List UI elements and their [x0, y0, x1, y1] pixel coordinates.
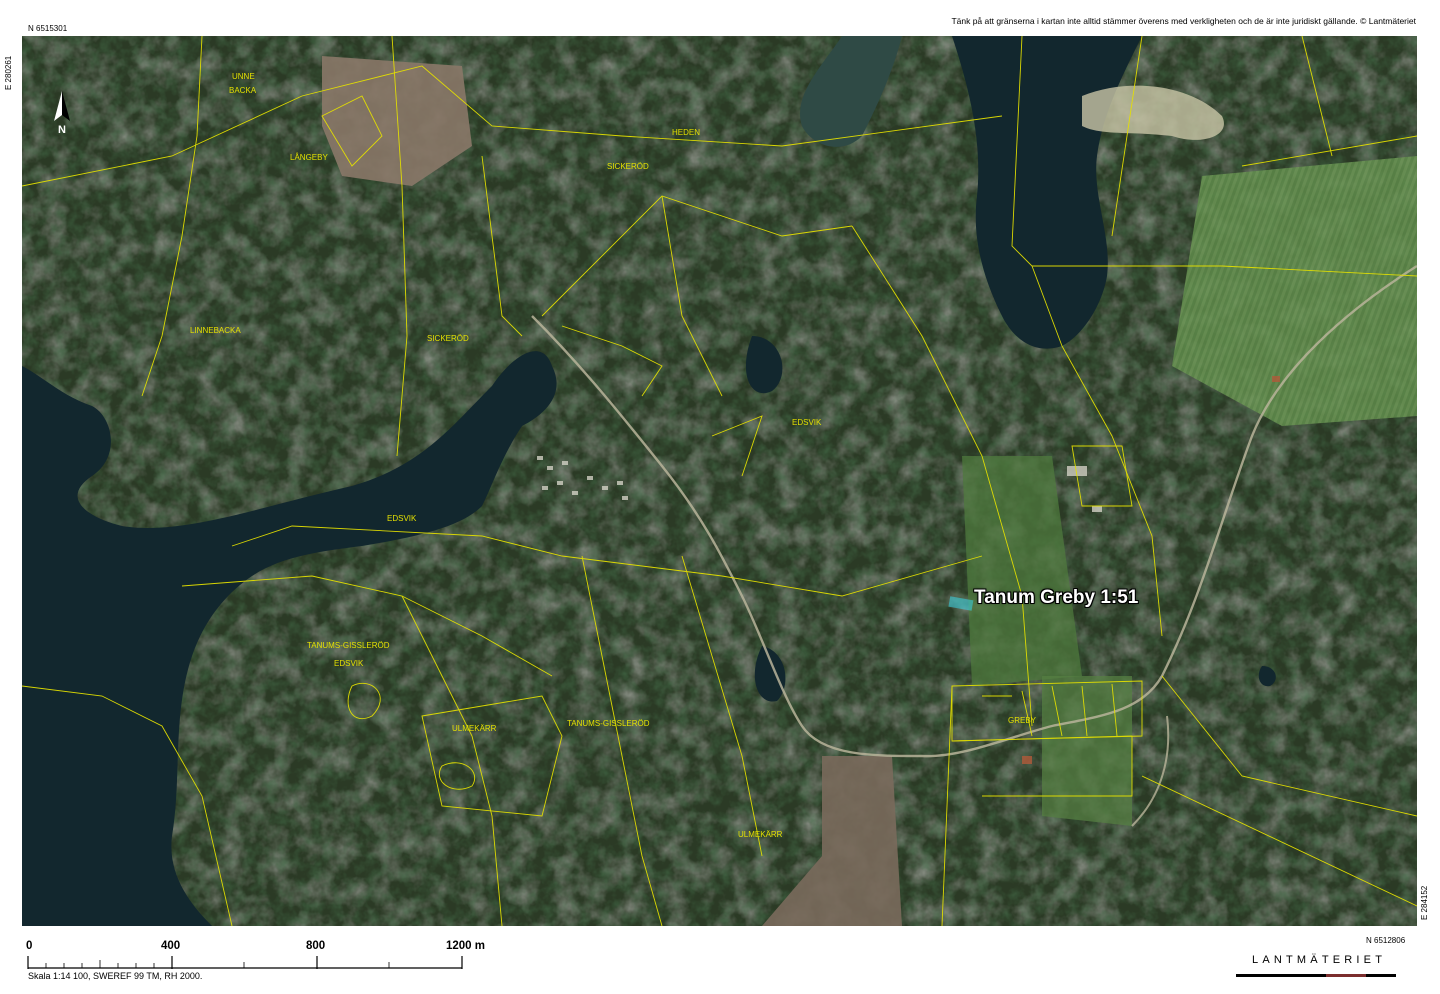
- place-name-label: BACKA: [229, 86, 257, 95]
- logo-text: LANTMÄTERIET: [1252, 954, 1387, 966]
- place-name-label: HEDEN: [672, 128, 701, 137]
- coordinate-east-top-left: E 280261: [4, 55, 13, 90]
- logo-underline: [1236, 974, 1396, 977]
- place-name-label: TANUMS-GISSLERÖD: [307, 641, 390, 650]
- place-name-label: GREBY: [1008, 716, 1037, 725]
- lantmateriet-logo: LANTMÄTERIET: [1236, 954, 1406, 982]
- place-name-label: LINNEBACKA: [190, 326, 241, 335]
- place-name-label: TANUMS-GISSLERÖD: [567, 719, 650, 728]
- place-name-label: SICKERÖD: [427, 334, 469, 343]
- place-name-label: UNNE: [232, 72, 255, 81]
- place-name-label: EDSVIK: [334, 659, 364, 668]
- place-name-label: LÅNGEBY: [290, 153, 328, 162]
- logo-underline-accent: [1326, 974, 1366, 977]
- map-canvas[interactable]: N: [22, 36, 1417, 926]
- scale-description: Skala 1:14 100, SWEREF 99 TM, RH 2000.: [28, 971, 203, 981]
- highlighted-parcel-label: Tanum Greby 1:51: [974, 587, 1139, 608]
- aerial-map[interactable]: N UNNE BACKA LÅNGEBY HEDEN SICKERÖD LINNEBACK…: [22, 36, 1417, 926]
- coordinate-north-top-left: N 6515301: [28, 24, 68, 33]
- coordinate-east-bottom-right: E 284152: [1420, 885, 1429, 920]
- place-name-label: EDSVIK: [792, 418, 822, 427]
- place-name-label: ULMEKÄRR: [452, 724, 497, 733]
- disclaimer-text: Tänk på att gränserna i kartan inte allt…: [951, 16, 1416, 26]
- place-name-label: SICKERÖD: [607, 162, 649, 171]
- place-name-label: ULMEKÄRR: [738, 830, 783, 839]
- svg-text:N: N: [58, 124, 66, 136]
- coordinate-north-bottom-right: N 6512806: [1366, 936, 1406, 945]
- place-name-label: EDSVIK: [387, 514, 417, 523]
